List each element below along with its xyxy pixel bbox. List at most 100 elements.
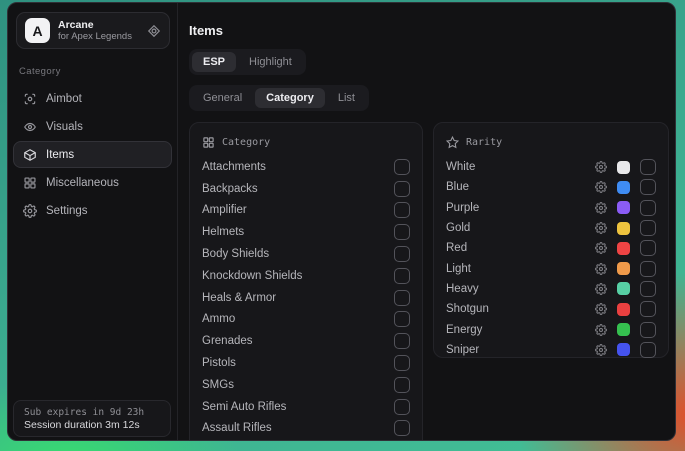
gear-icon[interactable] <box>595 222 607 234</box>
sidebar-item-aimbot[interactable]: Aimbot <box>13 85 172 112</box>
checkbox-unchecked[interactable] <box>640 159 656 175</box>
gear-icon[interactable] <box>595 181 607 193</box>
category-row-label: Ammo <box>202 313 394 325</box>
category-panel: Category Attachments Backpacks Amplifier He… <box>189 122 423 441</box>
rarity-row-label: Blue <box>446 181 585 193</box>
page-title: Items <box>189 23 669 38</box>
category-row: Knockdown Shields <box>202 265 410 287</box>
session-duration-text: Session duration 3m 12s <box>24 419 160 431</box>
checkbox-unchecked[interactable] <box>640 261 656 277</box>
category-row: Backpacks <box>202 178 410 200</box>
rarity-row-label: Light <box>446 263 585 275</box>
sidebar-item-label: Items <box>46 149 74 161</box>
color-swatch[interactable] <box>617 242 630 255</box>
gear-icon[interactable] <box>595 161 607 173</box>
gear-icon[interactable] <box>595 303 607 315</box>
rarity-panel-header: Rarity <box>446 133 656 151</box>
checkbox-unchecked[interactable] <box>394 290 410 306</box>
rarity-panel-title: Rarity <box>466 137 502 148</box>
sidebar-item-items[interactable]: Items <box>13 141 172 168</box>
gear-icon[interactable] <box>595 283 607 295</box>
checkbox-unchecked[interactable] <box>640 342 656 358</box>
checkbox-unchecked[interactable] <box>640 301 656 317</box>
category-row-label: Amplifier <box>202 204 394 216</box>
color-swatch[interactable] <box>617 222 630 235</box>
tab-general[interactable]: General <box>192 88 253 108</box>
category-row: Helmets <box>202 221 410 243</box>
rarity-row: Shotgun <box>446 299 656 319</box>
session-info-card: Sub expires in 9d 23h Session duration 3… <box>13 400 171 437</box>
category-row-label: Helmets <box>202 226 394 238</box>
app-window: A Arcane for Apex Legends Category Aimbo… <box>7 2 676 441</box>
checkbox-unchecked[interactable] <box>394 355 410 371</box>
sidebar-item-visuals[interactable]: Visuals <box>13 113 172 140</box>
checkbox-unchecked[interactable] <box>394 181 410 197</box>
brand-title: Arcane <box>58 19 139 31</box>
rarity-row-label: Heavy <box>446 283 585 295</box>
category-row-label: Pistols <box>202 357 394 369</box>
category-row: LMGs <box>202 439 410 441</box>
checkbox-unchecked[interactable] <box>394 420 410 436</box>
category-panel-header: Category <box>202 133 410 151</box>
rarity-row-label: Energy <box>446 324 585 336</box>
color-swatch[interactable] <box>617 282 630 295</box>
gear-icon[interactable] <box>595 344 607 356</box>
color-swatch[interactable] <box>617 262 630 275</box>
panels-row: Category Attachments Backpacks Amplifier He… <box>189 122 669 441</box>
category-row: SMGs <box>202 374 410 396</box>
rarity-row-label: Red <box>446 242 585 254</box>
checkbox-unchecked[interactable] <box>394 224 410 240</box>
tab-list[interactable]: List <box>327 88 366 108</box>
checkbox-unchecked[interactable] <box>394 202 410 218</box>
rarity-rows: WhiteBluePurpleGoldRedLightHeavyShotgunE… <box>446 157 656 360</box>
target-diamond-icon[interactable] <box>147 24 161 38</box>
color-swatch[interactable] <box>617 343 630 356</box>
sub-expires-text: Sub expires in 9d 23h <box>24 407 160 418</box>
aimbot-crosshair-icon <box>23 92 37 106</box>
category-row-label: Attachments <box>202 161 394 173</box>
gear-icon[interactable] <box>595 202 607 214</box>
category-row-label: SMGs <box>202 379 394 391</box>
checkbox-unchecked[interactable] <box>640 179 656 195</box>
checkbox-unchecked[interactable] <box>394 159 410 175</box>
sidebar-item-miscellaneous[interactable]: Miscellaneous <box>13 169 172 196</box>
brand-card: A Arcane for Apex Legends <box>16 12 170 49</box>
checkbox-unchecked[interactable] <box>640 240 656 256</box>
checkbox-unchecked[interactable] <box>640 200 656 216</box>
checkbox-unchecked[interactable] <box>394 399 410 415</box>
rarity-row: Purple <box>446 198 656 218</box>
rarity-row: Heavy <box>446 279 656 299</box>
color-swatch[interactable] <box>617 181 630 194</box>
items-box-icon <box>23 148 37 162</box>
category-row: Ammo <box>202 309 410 331</box>
color-swatch[interactable] <box>617 201 630 214</box>
gear-icon[interactable] <box>595 263 607 275</box>
checkbox-unchecked[interactable] <box>640 220 656 236</box>
tab-esp[interactable]: ESP <box>192 52 236 72</box>
tab-category[interactable]: Category <box>255 88 325 108</box>
sidebar-item-label: Visuals <box>46 121 83 133</box>
color-swatch[interactable] <box>617 323 630 336</box>
checkbox-unchecked[interactable] <box>640 281 656 297</box>
main-content: Items ESPHighlight GeneralCategoryList C… <box>178 3 676 440</box>
color-swatch[interactable] <box>617 161 630 174</box>
sidebar: A Arcane for Apex Legends Category Aimbo… <box>8 3 178 440</box>
checkbox-unchecked[interactable] <box>394 268 410 284</box>
rarity-row-label: Shotgun <box>446 303 585 315</box>
mode-tab-group: ESPHighlight <box>189 49 306 75</box>
brand-subtitle: for Apex Legends <box>58 31 139 42</box>
rarity-row: Red <box>446 238 656 258</box>
checkbox-unchecked[interactable] <box>394 333 410 349</box>
checkbox-unchecked[interactable] <box>640 322 656 338</box>
tab-highlight[interactable]: Highlight <box>238 52 303 72</box>
checkbox-unchecked[interactable] <box>394 377 410 393</box>
checkbox-unchecked[interactable] <box>394 311 410 327</box>
color-swatch[interactable] <box>617 303 630 316</box>
category-row: Assault Rifles <box>202 418 410 440</box>
rarity-row: Gold <box>446 218 656 238</box>
checkbox-unchecked[interactable] <box>394 246 410 262</box>
gear-icon[interactable] <box>595 324 607 336</box>
sidebar-item-settings[interactable]: Settings <box>13 197 172 224</box>
misc-grid-icon <box>23 176 37 190</box>
gear-icon[interactable] <box>595 242 607 254</box>
